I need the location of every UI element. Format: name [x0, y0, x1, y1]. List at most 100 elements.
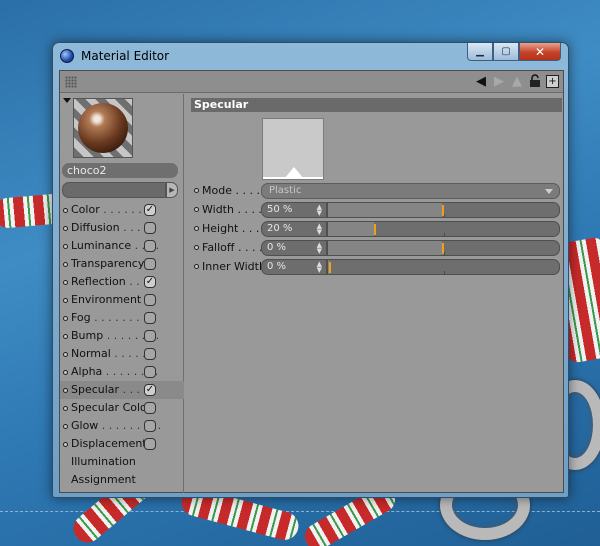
animation-dot-icon[interactable] — [63, 370, 68, 375]
channel-environment[interactable]: Environment — [60, 291, 184, 309]
preview-menu-arrow-icon[interactable] — [63, 98, 71, 103]
channel-checkbox[interactable] — [144, 348, 156, 360]
slider-center-tick — [444, 271, 445, 275]
height-slider[interactable] — [327, 221, 560, 237]
channel-specular-color[interactable]: Specular Color — [60, 399, 184, 417]
width-input[interactable]: 50 % ▲ ▼ — [261, 202, 327, 218]
material-preview[interactable] — [73, 98, 133, 158]
mode-label: Mode . . . . — [202, 184, 260, 197]
animation-dot-icon[interactable] — [63, 316, 68, 321]
animation-dot-icon[interactable] — [194, 264, 199, 269]
toolbar-icons: ◀ ▶ ▲ + — [474, 74, 559, 89]
falloff-label: Falloff . . . . — [202, 241, 263, 254]
animation-dot-icon[interactable] — [63, 262, 68, 267]
grip-icon[interactable] — [65, 76, 77, 88]
channel-label: Specular — [71, 383, 120, 396]
new-window-icon[interactable]: + — [546, 74, 559, 88]
animation-dot-icon[interactable] — [194, 226, 199, 231]
channel-checkbox[interactable] — [144, 402, 156, 414]
width-value: 50 % — [267, 204, 293, 215]
animation-dot-icon[interactable] — [194, 245, 199, 250]
animation-dot-icon[interactable] — [63, 298, 68, 303]
channel-checkbox[interactable] — [144, 312, 156, 324]
animation-dot-icon[interactable] — [63, 442, 68, 447]
height-input[interactable]: 20 % ▲ ▼ — [261, 221, 327, 237]
falloff-input[interactable]: 0 % ▲ ▼ — [261, 240, 327, 256]
slider-knob[interactable] — [374, 224, 376, 235]
forward-arrow-icon[interactable]: ▶ — [492, 74, 506, 89]
channel-specular[interactable]: Specular . . . . . ✓ — [60, 381, 184, 399]
inner-width-slider[interactable] — [327, 259, 560, 275]
channel-alpha[interactable]: Alpha . . . . . . . . — [60, 363, 184, 381]
editor-toolbar: ◀ ▶ ▲ + — [60, 71, 563, 93]
channel-glow[interactable]: Glow . . . . . . . . . — [60, 417, 184, 435]
channel-checkbox[interactable] — [144, 258, 156, 270]
channel-checkbox[interactable]: ✓ — [144, 204, 156, 216]
channel-label: Glow — [71, 419, 99, 432]
spinner-icon[interactable]: ▲ ▼ — [317, 223, 322, 236]
sub-field-arrow-icon[interactable]: ▶ — [166, 182, 178, 198]
material-name-field[interactable]: choco2 — [62, 163, 178, 178]
channel-transparency[interactable]: Transparency — [60, 255, 184, 273]
inner-width-row: Inner Width 0 % ▲ ▼ — [191, 259, 562, 275]
material-sub-field[interactable] — [62, 182, 166, 198]
channel-bump[interactable]: Bump . . . . . . . . — [60, 327, 184, 345]
channel-assignment[interactable]: Assignment — [60, 471, 184, 489]
lock-icon[interactable] — [528, 74, 542, 88]
falloff-slider[interactable] — [327, 240, 560, 256]
channel-checkbox[interactable]: ✓ — [144, 276, 156, 288]
close-button[interactable]: ✕ — [519, 43, 561, 61]
spinner-icon[interactable]: ▲ ▼ — [317, 242, 322, 255]
mode-row: Mode . . . . Plastic — [191, 183, 562, 199]
animation-dot-icon[interactable] — [63, 244, 68, 249]
channel-list: Color . . . . . . . . ✓ Diffusion . . . .… — [60, 201, 184, 489]
title-bar[interactable]: Material Editor ▁ ▢ ✕ — [53, 43, 568, 69]
channel-illumination[interactable]: Illumination — [60, 453, 184, 471]
channel-luminance[interactable]: Luminance . . . . — [60, 237, 184, 255]
channel-checkbox[interactable] — [144, 330, 156, 342]
channel-reflection[interactable]: Reflection . . . ✓ — [60, 273, 184, 291]
width-slider[interactable] — [327, 202, 560, 218]
animation-dot-icon[interactable] — [63, 406, 68, 411]
channel-checkbox[interactable]: ✓ — [144, 384, 156, 396]
channel-checkbox[interactable] — [144, 420, 156, 432]
animation-dot-icon[interactable] — [63, 334, 68, 339]
animation-dot-icon[interactable] — [194, 207, 199, 212]
animation-dot-icon[interactable] — [63, 352, 68, 357]
back-arrow-icon[interactable]: ◀ — [474, 74, 488, 89]
slider-knob[interactable] — [329, 262, 331, 273]
channel-label: Displacement — [71, 437, 147, 450]
channel-fog[interactable]: Fog . . . . . . . . . — [60, 309, 184, 327]
animation-dot-icon[interactable] — [63, 280, 68, 285]
minimize-button[interactable]: ▁ — [467, 43, 493, 61]
channel-label: Luminance — [71, 239, 132, 252]
channel-checkbox[interactable] — [144, 240, 156, 252]
up-arrow-icon[interactable]: ▲ — [510, 74, 524, 89]
channel-displacement[interactable]: Displacement — [60, 435, 184, 453]
channel-checkbox[interactable] — [144, 222, 156, 234]
inner-width-input[interactable]: 0 % ▲ ▼ — [261, 259, 327, 275]
slider-knob[interactable] — [442, 205, 444, 216]
app-sphere-icon — [60, 49, 74, 63]
channel-checkbox[interactable] — [144, 366, 156, 378]
material-editor-window[interactable]: Material Editor ▁ ▢ ✕ ◀ ▶ ▲ + choco2 ▶ C… — [52, 42, 569, 498]
channel-checkbox[interactable] — [144, 294, 156, 306]
channel-checkbox[interactable] — [144, 438, 156, 450]
animation-dot-icon[interactable] — [63, 388, 68, 393]
chevron-down-icon — [545, 189, 553, 194]
slider-knob[interactable] — [442, 243, 444, 254]
channel-label: Color — [71, 203, 100, 216]
specular-curve-preview — [262, 118, 324, 180]
channel-diffusion[interactable]: Diffusion . . . . . — [60, 219, 184, 237]
animation-dot-icon[interactable] — [63, 208, 68, 213]
animation-dot-icon[interactable] — [63, 226, 68, 231]
spinner-icon[interactable]: ▲ ▼ — [317, 261, 322, 274]
animation-dot-icon[interactable] — [63, 424, 68, 429]
channel-color[interactable]: Color . . . . . . . . ✓ — [60, 201, 184, 219]
spinner-icon[interactable]: ▲ ▼ — [317, 204, 322, 217]
width-row: Width . . . . 50 % ▲ ▼ — [191, 202, 562, 218]
maximize-button[interactable]: ▢ — [493, 43, 519, 61]
channel-normal[interactable]: Normal . . . . . . — [60, 345, 184, 363]
animation-dot-icon[interactable] — [194, 188, 199, 193]
mode-dropdown[interactable]: Plastic — [261, 183, 560, 199]
